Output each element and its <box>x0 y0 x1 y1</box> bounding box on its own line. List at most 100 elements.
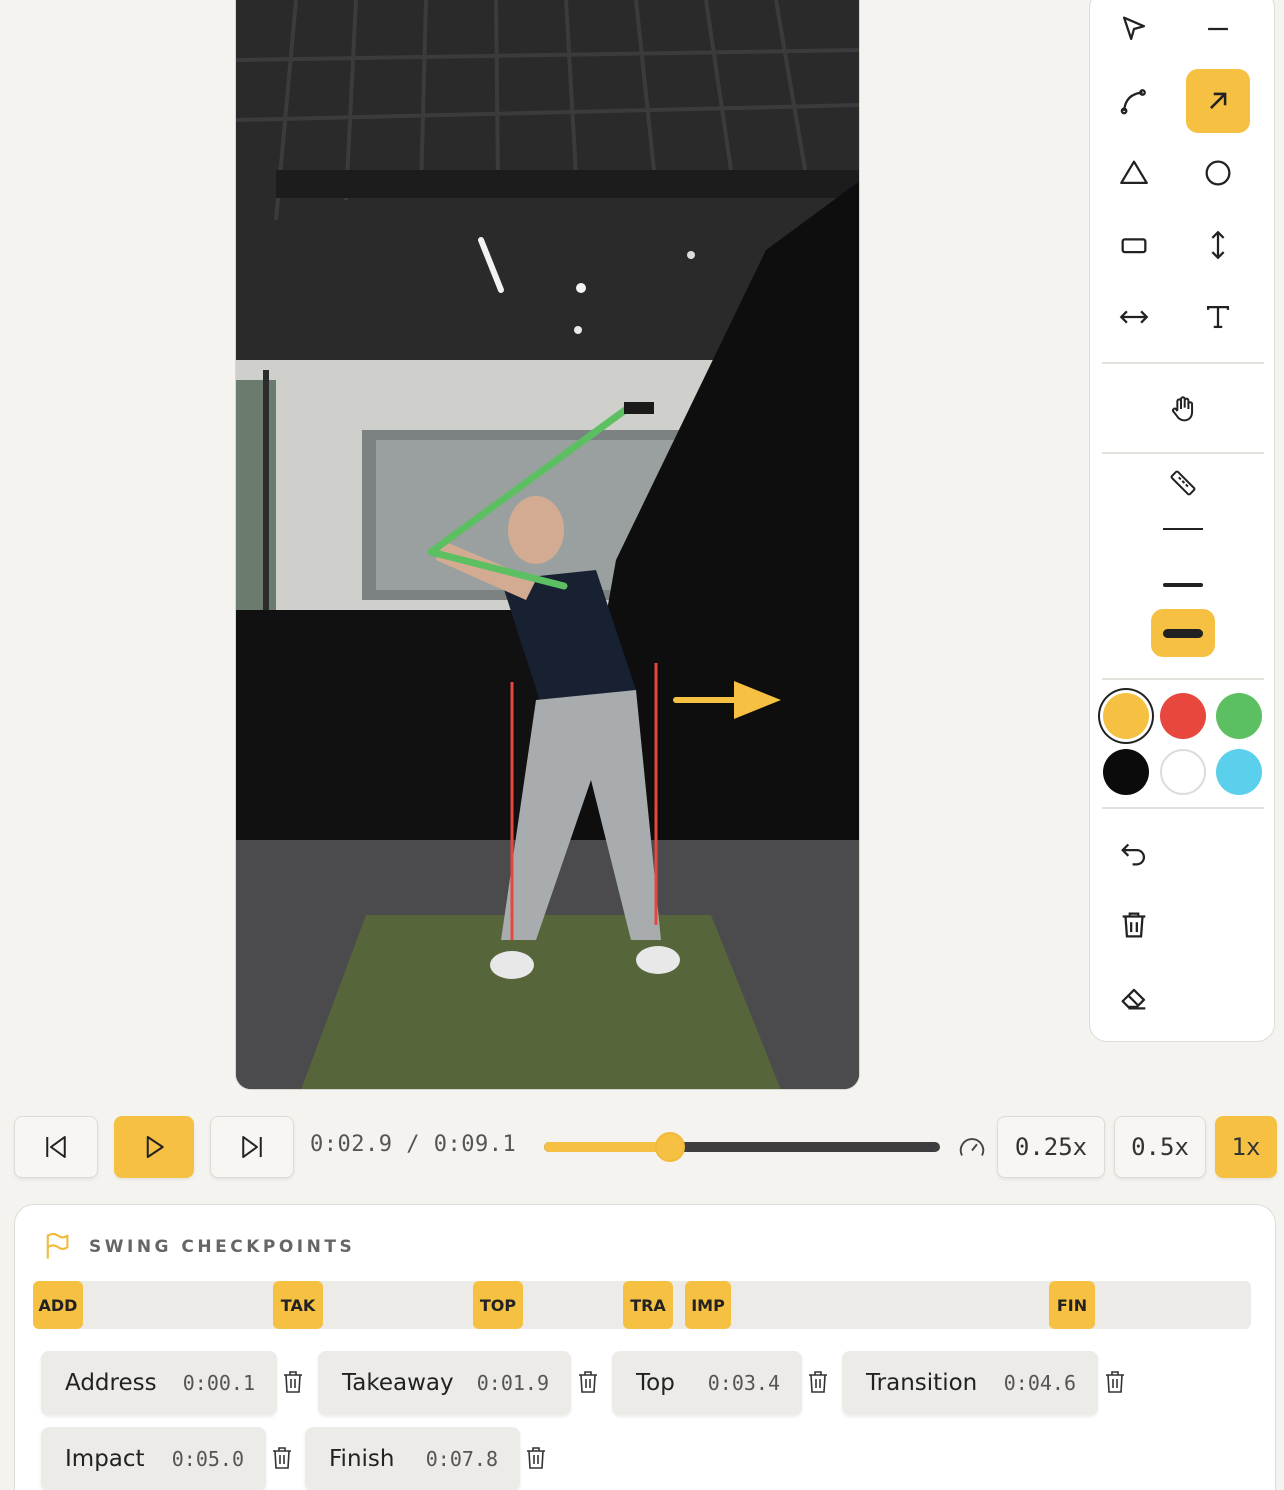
undo-button[interactable] <box>1102 821 1166 885</box>
checkpoint-chip-address[interactable]: Address 0:00.1 <box>41 1351 277 1415</box>
pointer-icon <box>1122 16 1146 41</box>
video-frame-image <box>236 0 859 1089</box>
text-icon <box>1206 305 1230 329</box>
current-time: 0:02.9 <box>310 1132 393 1157</box>
checkpoint-name: Takeaway <box>342 1370 454 1396</box>
toolbar-divider <box>1102 678 1264 680</box>
speed-0.5x-button[interactable]: 0.5x <box>1114 1116 1206 1178</box>
eraser-icon <box>1121 988 1146 1010</box>
scrubber-thumb[interactable] <box>655 1132 686 1162</box>
skip-forward-icon <box>242 1136 262 1158</box>
swing-checkpoints-panel: SWING CHECKPOINTS ADD TAK TOP TRA IMP FI… <box>14 1204 1276 1490</box>
rectangle-icon <box>1121 238 1147 254</box>
checkpoint-marker-address[interactable]: ADD <box>33 1281 83 1329</box>
stroke-medium-button[interactable] <box>1151 553 1215 617</box>
delete-checkpoint-icon[interactable] <box>576 1369 600 1395</box>
play-button[interactable] <box>114 1116 194 1178</box>
checkpoint-time: 0:03.4 <box>707 1371 780 1395</box>
flag-icon <box>46 1232 69 1259</box>
time-separator: / <box>406 1132 420 1157</box>
checkpoint-time: 0:07.8 <box>425 1447 498 1471</box>
checkpoint-name: Impact <box>65 1446 145 1472</box>
curve-icon <box>1120 89 1146 115</box>
stroke-thick-button[interactable] <box>1151 609 1215 657</box>
circle-tool-button[interactable] <box>1186 141 1250 205</box>
pan-tool-button[interactable] <box>1151 377 1215 441</box>
text-tool-button[interactable] <box>1186 285 1250 349</box>
time-display: 0:02.9 / 0:09.1 <box>310 1132 516 1157</box>
checkpoint-name: Transition <box>866 1370 978 1396</box>
ruler-icon <box>1170 470 1196 496</box>
speedometer-icon <box>959 1138 985 1156</box>
checkpoint-time: 0:00.1 <box>182 1371 255 1395</box>
triangle-tool-button[interactable] <box>1102 141 1166 205</box>
stroke-thick-icon <box>1163 628 1203 638</box>
step-forward-button[interactable] <box>210 1116 294 1178</box>
checkpoint-marker-impact[interactable]: IMP <box>685 1281 731 1329</box>
speed-1x-button[interactable]: 1x <box>1215 1116 1277 1178</box>
color-swatch-red[interactable] <box>1160 693 1206 739</box>
checkpoint-timeline[interactable]: ADD TAK TOP TRA IMP FIN <box>33 1281 1251 1329</box>
clear-all-button[interactable] <box>1102 893 1166 957</box>
color-swatch-black[interactable] <box>1103 749 1149 795</box>
toolbar-divider <box>1102 362 1264 364</box>
toolbar-divider <box>1102 807 1264 809</box>
triangle-icon <box>1120 160 1148 185</box>
timeline-scrubber[interactable] <box>544 1132 940 1162</box>
delete-checkpoint-icon[interactable] <box>270 1445 294 1471</box>
stroke-medium-icon <box>1163 583 1203 587</box>
eraser-button[interactable] <box>1102 965 1166 1029</box>
checkpoint-marker-takeaway[interactable]: TAK <box>273 1281 323 1329</box>
hand-icon <box>1171 396 1194 422</box>
checkpoint-marker-top[interactable]: TOP <box>473 1281 523 1329</box>
section-title: SWING CHECKPOINTS <box>89 1237 356 1257</box>
delete-checkpoint-icon[interactable] <box>281 1369 305 1395</box>
checkpoint-marker-transition[interactable]: TRA <box>623 1281 673 1329</box>
undo-icon <box>1121 843 1145 866</box>
color-swatch-yellow[interactable] <box>1103 693 1149 739</box>
skip-back-icon <box>46 1136 66 1158</box>
vertical-arrows-icon <box>1211 230 1225 260</box>
video-canvas[interactable] <box>235 0 860 1090</box>
checkpoint-chip-takeaway[interactable]: Takeaway 0:01.9 <box>318 1351 571 1415</box>
select-tool-button[interactable] <box>1102 0 1166 61</box>
step-back-button[interactable] <box>14 1116 98 1178</box>
curve-tool-button[interactable] <box>1102 69 1166 133</box>
line-tool-button[interactable] <box>1186 0 1250 61</box>
checkpoint-chip-finish[interactable]: Finish 0:07.8 <box>305 1427 520 1490</box>
drawing-tool-panel <box>1089 0 1275 1042</box>
checkpoint-chip-top[interactable]: Top 0:03.4 <box>612 1351 802 1415</box>
delete-checkpoint-icon[interactable] <box>1103 1369 1127 1395</box>
duration: 0:09.1 <box>433 1132 517 1157</box>
rectangle-tool-button[interactable] <box>1102 213 1166 277</box>
line-icon <box>1208 27 1228 31</box>
horizontal-measure-tool-button[interactable] <box>1102 285 1166 349</box>
vertical-measure-tool-button[interactable] <box>1186 213 1250 277</box>
checkpoint-time: 0:04.6 <box>1003 1371 1076 1395</box>
arrow-tool-button[interactable] <box>1186 69 1250 133</box>
checkpoint-name: Top <box>636 1370 675 1396</box>
trash-icon <box>1122 912 1146 938</box>
speed-label: 1x <box>1231 1133 1261 1161</box>
play-icon <box>146 1136 164 1158</box>
color-swatch-green[interactable] <box>1216 693 1262 739</box>
delete-checkpoint-icon[interactable] <box>806 1369 830 1395</box>
checkpoint-time: 0:01.9 <box>476 1371 549 1395</box>
speed-0.25x-button[interactable]: 0.25x <box>997 1116 1105 1178</box>
circle-icon <box>1205 160 1231 186</box>
horizontal-arrows-icon <box>1119 310 1149 324</box>
checkpoint-name: Finish <box>329 1446 395 1472</box>
delete-checkpoint-icon[interactable] <box>524 1445 548 1471</box>
color-swatch-cyan[interactable] <box>1216 749 1262 795</box>
color-swatch-white[interactable] <box>1160 749 1206 795</box>
checkpoint-chip-transition[interactable]: Transition 0:04.6 <box>842 1351 1098 1415</box>
checkpoint-chip-impact[interactable]: Impact 0:05.0 <box>41 1427 266 1490</box>
checkpoint-name: Address <box>65 1370 157 1396</box>
stroke-thin-button[interactable] <box>1151 497 1215 561</box>
stroke-thin-icon <box>1163 528 1203 530</box>
arrow-icon <box>1210 92 1227 109</box>
checkpoint-marker-finish[interactable]: FIN <box>1049 1281 1095 1329</box>
speed-label: 0.25x <box>1014 1133 1088 1161</box>
scrubber-progress <box>544 1142 671 1152</box>
speed-label: 0.5x <box>1131 1133 1189 1161</box>
